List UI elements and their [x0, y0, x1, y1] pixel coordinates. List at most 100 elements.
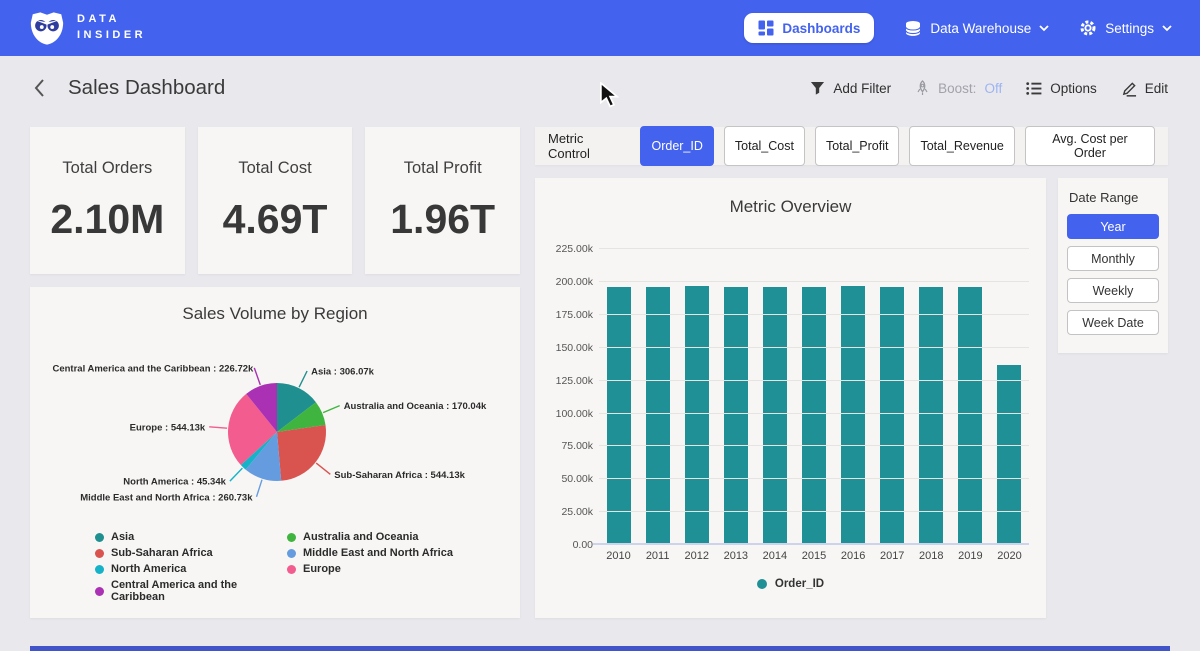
gridline — [599, 478, 1029, 479]
pie-label-line — [323, 406, 340, 413]
kpi-label: Total Cost — [238, 159, 311, 178]
edit-pencil-icon — [1121, 80, 1137, 97]
x-tick-label: 2014 — [755, 550, 794, 562]
y-tick-label: 100.00k — [541, 408, 593, 420]
y-tick-label: 175.00k — [541, 309, 593, 321]
date-range-monthly[interactable]: Monthly — [1067, 246, 1159, 271]
legend-item-europe[interactable]: Europe — [287, 563, 453, 575]
pie-chart-panel: Sales Volume by Region Asia : 306.07kAus… — [30, 287, 520, 618]
bar-slot — [677, 232, 716, 544]
legend-column: Australia and Oceania Middle East and Nor… — [287, 531, 453, 603]
x-axis-labels: 2010201120122013201420152016201720182019… — [599, 550, 1029, 562]
bar-2016[interactable] — [841, 286, 865, 544]
options-list-icon — [1026, 81, 1042, 96]
bar-chart-title: Metric Overview — [535, 197, 1046, 217]
bar-2010[interactable] — [607, 287, 631, 544]
legend-text: Middle East and North Africa — [303, 547, 453, 559]
pie-slice-label: Middle East and North Africa : 260.73k — [80, 492, 253, 503]
x-axis-line — [593, 543, 1029, 545]
top-navbar: DATA INSIDER Dashboards — [0, 0, 1200, 56]
pie-slice-label: Asia : 306.07k — [311, 367, 375, 378]
data-warehouse-menu[interactable]: Data Warehouse — [904, 20, 1049, 37]
brand-logo[interactable]: DATA INSIDER — [28, 11, 146, 46]
back-button[interactable] — [32, 78, 46, 98]
y-tick-label: 150.00k — [541, 342, 593, 354]
bar-slot — [912, 232, 951, 544]
x-tick-label: 2020 — [990, 550, 1029, 562]
metric-chip-total-cost[interactable]: Total_Cost — [724, 126, 805, 166]
pie-slice-label: Central America and the Caribbean : 226.… — [52, 363, 254, 374]
metric-chip-total-revenue[interactable]: Total_Revenue — [909, 126, 1014, 166]
bar-slot — [794, 232, 833, 544]
dashboards-label: Dashboards — [782, 21, 860, 36]
kpi-card-total-cost: Total Cost4.69T — [198, 127, 353, 274]
y-tick-label: 25.00k — [541, 506, 593, 518]
legend-text: Asia — [111, 531, 134, 543]
legend-text: Sub-Saharan Africa — [111, 547, 213, 559]
settings-menu[interactable]: Settings — [1079, 19, 1172, 37]
date-range-label: Date Range — [1069, 190, 1159, 205]
bar-2014[interactable] — [763, 287, 787, 544]
y-tick-label: 225.00k — [541, 243, 593, 255]
data-warehouse-label: Data Warehouse — [930, 21, 1031, 36]
options-button[interactable]: Options — [1026, 81, 1097, 96]
x-tick-label: 2013 — [716, 550, 755, 562]
chevron-down-icon — [1162, 25, 1172, 32]
kpi-label: Total Profit — [404, 159, 482, 178]
metric-control-bar: Metric Control Order_ID Total_CostTotal_P… — [535, 127, 1168, 165]
pie-slice-sub-saharan-africa[interactable] — [277, 425, 326, 481]
date-range-week-date[interactable]: Week Date — [1067, 310, 1159, 335]
date-range-panel: Date Range Year Monthly Weekly Week Date — [1058, 178, 1168, 353]
bar-2011[interactable] — [646, 287, 670, 544]
metric-control-label: Metric Control — [548, 131, 628, 161]
legend-item-central-america-and-the-caribbean[interactable]: Central America and the Caribbean — [95, 579, 287, 603]
chevron-down-icon — [1039, 25, 1049, 32]
bar-slot — [599, 232, 638, 544]
legend-dot — [757, 579, 767, 589]
legend-dot — [95, 587, 104, 596]
add-filter-button[interactable]: Add Filter — [810, 81, 891, 96]
metric-chip-total-profit[interactable]: Total_Profit — [815, 126, 900, 166]
legend-item-north-america[interactable]: North America — [95, 563, 287, 575]
gridline — [599, 413, 1029, 414]
bar-2019[interactable] — [958, 287, 982, 544]
bar-slot — [638, 232, 677, 544]
bar-2015[interactable] — [802, 287, 826, 544]
legend-dot — [287, 565, 296, 574]
bar-2020[interactable] — [997, 365, 1021, 544]
legend-item-sub-saharan-africa[interactable]: Sub-Saharan Africa — [95, 547, 287, 559]
x-tick-label: 2018 — [912, 550, 951, 562]
x-tick-label: 2017 — [873, 550, 912, 562]
pie-slice-label: Australia and Oceania : 170.04k — [344, 401, 487, 412]
date-range-buttons: Year Monthly Weekly Week Date — [1067, 214, 1159, 335]
pie-slice-label: Europe : 544.13k — [130, 422, 206, 433]
y-tick-label: 125.00k — [541, 375, 593, 387]
bar-2013[interactable] — [724, 287, 748, 544]
bar-chart-legend[interactable]: Order_ID — [535, 578, 1046, 590]
date-range-weekly[interactable]: Weekly — [1067, 278, 1159, 303]
legend-column: Asia Sub-Saharan Africa North America Centr… — [95, 531, 287, 603]
boost-status: Off — [984, 81, 1002, 96]
y-tick-label: 200.00k — [541, 276, 593, 288]
bar-2018[interactable] — [919, 287, 943, 544]
pie-label-line — [257, 480, 263, 497]
date-range-year[interactable]: Year — [1067, 214, 1159, 239]
y-tick-label: 0.00 — [541, 539, 593, 551]
metric-chips: Order_ID Total_CostTotal_ProfitTotal_Reve… — [640, 126, 1155, 166]
boost-toggle[interactable]: Boost: Off — [915, 80, 1002, 96]
kpi-card-total-profit: Total Profit1.96T — [365, 127, 520, 274]
legend-item-asia[interactable]: Asia — [95, 531, 287, 543]
legend-text: North America — [111, 563, 186, 575]
legend-item-australia-and-oceania[interactable]: Australia and Oceania — [287, 531, 453, 543]
edit-button[interactable]: Edit — [1121, 80, 1168, 97]
legend-label: Order_ID — [775, 578, 824, 590]
legend-item-middle-east-and-north-africa[interactable]: Middle East and North Africa — [287, 547, 453, 559]
metric-chip-avg-cost-per-order[interactable]: Avg. Cost per Order — [1025, 126, 1155, 166]
kpi-card-total-orders: Total Orders2.10M — [30, 127, 185, 274]
filter-funnel-icon — [810, 81, 825, 96]
metric-chip-order-id[interactable]: Order_ID — [640, 126, 713, 166]
bar-2017[interactable] — [880, 287, 904, 544]
dashboards-button[interactable]: Dashboards — [744, 13, 874, 43]
kpi-row: Total Orders2.10MTotal Cost4.69TTotal Pr… — [30, 127, 520, 274]
bar-2012[interactable] — [685, 286, 709, 544]
